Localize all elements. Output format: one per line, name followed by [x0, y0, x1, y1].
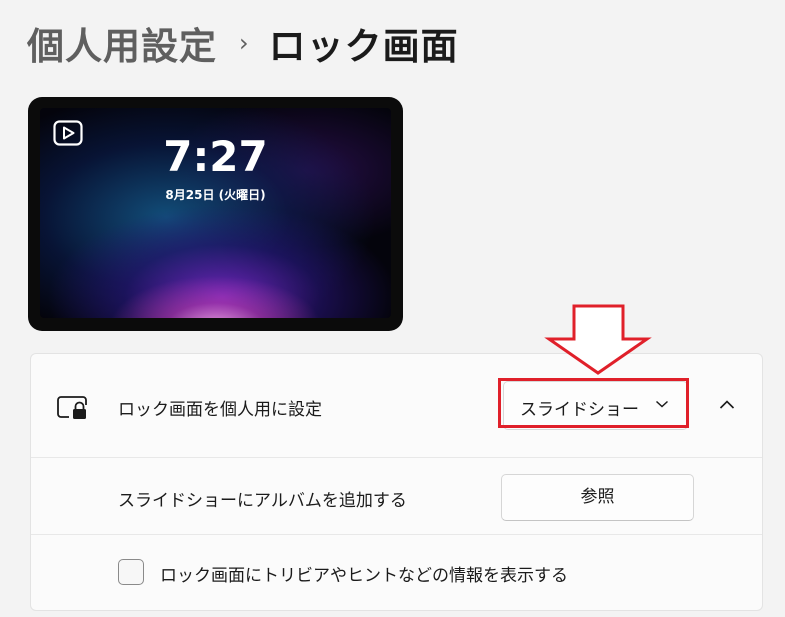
breadcrumb-separator: › [239, 29, 249, 57]
add-album-label: スライドショーにアルバムを追加する [118, 491, 407, 511]
preview-screen: 7:27 8月25日 (火曜日) [40, 108, 391, 318]
lock-screen-preview: 7:27 8月25日 (火曜日) [28, 97, 403, 331]
preview-date: 8月25日 (火曜日) [165, 188, 266, 202]
show-trivia-checkbox[interactable] [118, 559, 144, 585]
add-album-row: スライドショーにアルバムを追加する 参照 [31, 458, 762, 535]
personalize-label: ロック画面を個人用に設定 [118, 400, 322, 420]
personalize-lock-screen-row[interactable]: ロック画面を個人用に設定 スライドショー [31, 354, 762, 458]
browse-button[interactable]: 参照 [501, 474, 694, 521]
highlight-annotation-box [498, 378, 689, 428]
page-title: ロック画面 [268, 25, 459, 68]
show-trivia-label: ロック画面にトリビアやヒントなどの情報を表示する [160, 566, 568, 586]
show-trivia-row[interactable]: ロック画面にトリビアやヒントなどの情報を表示する [31, 535, 762, 610]
breadcrumb-parent[interactable]: 個人用設定 [27, 16, 217, 70]
chevron-up-icon[interactable] [719, 399, 735, 410]
lock-screen-settings-card: ロック画面を個人用に設定 スライドショー スライドショーにアルバムを追加する 参… [30, 353, 763, 611]
breadcrumb: 個人用設定 › ロック画面 [27, 18, 459, 68]
down-arrow-annotation-icon [544, 304, 652, 375]
preview-time: 7:27 [163, 132, 268, 181]
lock-screen-icon [57, 396, 87, 419]
